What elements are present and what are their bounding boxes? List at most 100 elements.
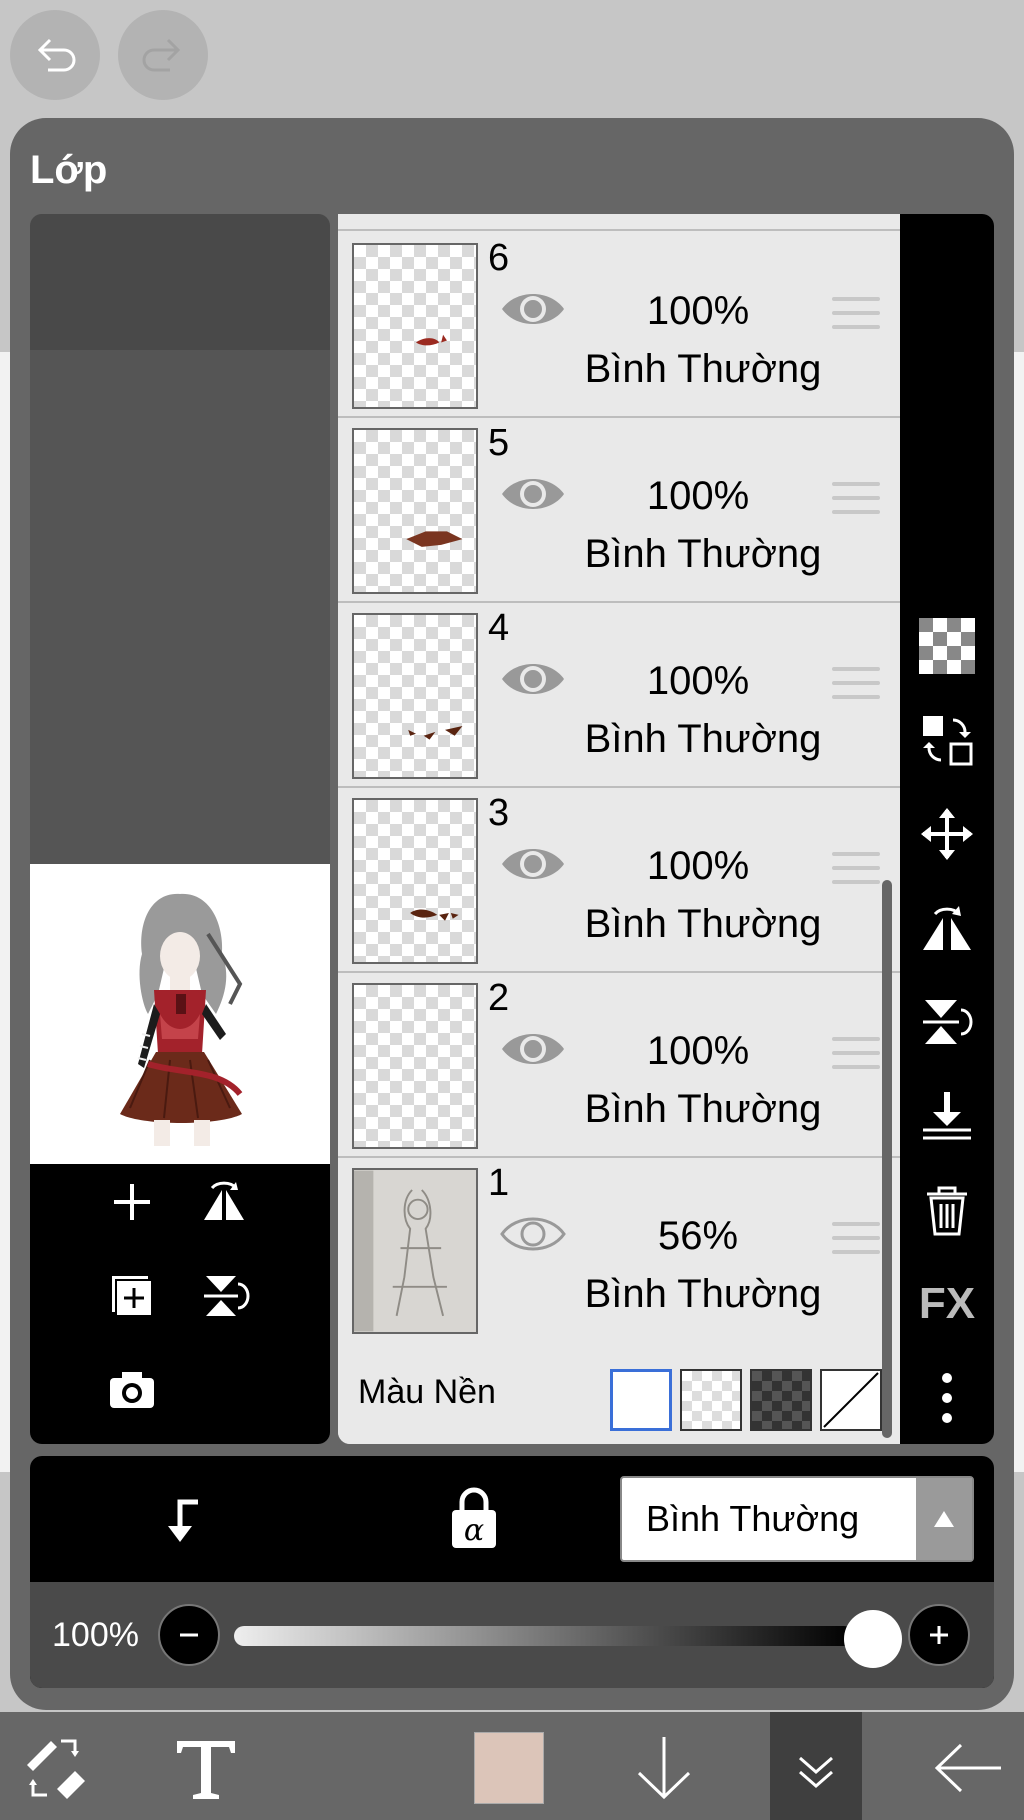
flip-horizontal-icon	[204, 1181, 244, 1220]
current-color-swatch[interactable]	[474, 1732, 544, 1804]
brush-eraser-icon	[27, 1739, 85, 1799]
background-color-label: Màu Nền	[358, 1373, 496, 1411]
plus-icon	[114, 1184, 150, 1220]
move-button[interactable]	[917, 804, 977, 864]
brush-eraser-toggle-button[interactable]	[14, 1728, 94, 1808]
eye-icon[interactable]	[498, 285, 568, 333]
eye-icon[interactable]	[498, 1025, 568, 1073]
character-drawing-thumbnail	[120, 893, 243, 1146]
opacity-slider-knob[interactable]	[844, 1610, 902, 1668]
arrow-left-icon	[934, 1743, 1001, 1793]
redo-button[interactable]	[118, 10, 208, 100]
layer-number: 1	[488, 1162, 510, 1204]
background-transparent-swatch[interactable]	[820, 1369, 882, 1431]
panel-title: Lớp	[30, 148, 108, 192]
blend-mode-select[interactable]: Bình Thường	[620, 1476, 974, 1562]
layer-thumbnail	[352, 428, 478, 594]
collapse-panel-tab[interactable]	[770, 1712, 862, 1820]
move-down-button[interactable]	[624, 1728, 704, 1808]
triangle-up-icon	[916, 1478, 972, 1560]
duplicate-layer-button[interactable]	[102, 1266, 162, 1326]
layer-preview	[30, 214, 330, 1444]
layer-row[interactable]: 4 100% Bình Thường	[338, 603, 900, 788]
layer-bottom-controls: α Bình Thường 100%	[30, 1456, 994, 1688]
layer-thumbnail	[352, 243, 478, 409]
merge-down-button[interactable]	[917, 1086, 977, 1146]
flip-vertical-side-button[interactable]	[917, 992, 977, 1052]
layer-thumbnail	[352, 613, 478, 779]
back-button[interactable]	[928, 1728, 1008, 1808]
eye-icon[interactable]	[498, 840, 568, 888]
layer-row[interactable]: 6 100% Bình Thường	[338, 233, 900, 418]
flip-vertical-icon	[204, 1276, 250, 1316]
layer-row[interactable]: 1 56% Bình Thường	[338, 1158, 900, 1343]
drag-handle-icon[interactable]	[832, 1222, 880, 1262]
flip-horizontal-icon	[923, 906, 971, 950]
layer-row-partial[interactable]	[338, 214, 900, 231]
layer-number: 4	[488, 607, 510, 649]
background-color-row: Màu Nền	[338, 1339, 900, 1444]
layer-number: 5	[488, 422, 510, 464]
clipping-button[interactable]	[150, 1490, 210, 1550]
redo-icon	[142, 38, 181, 72]
background-white-swatch[interactable]	[610, 1369, 672, 1431]
delete-layer-button[interactable]	[917, 1180, 977, 1240]
flip-horizontal-button[interactable]	[194, 1172, 254, 1232]
swap-icon	[923, 716, 973, 766]
layer-opacity: 100%	[646, 844, 750, 888]
text-tool-button[interactable]	[166, 1728, 246, 1808]
alpha-lock-button[interactable]: α	[444, 1486, 504, 1552]
flip-vertical-button[interactable]	[194, 1266, 254, 1326]
copy-layer-icon	[112, 1276, 153, 1317]
canvas-preview-image[interactable]	[30, 864, 330, 1164]
blend-mode-value: Bình Thường	[646, 1498, 860, 1539]
trash-icon	[927, 1186, 967, 1236]
undo-button[interactable]	[10, 10, 100, 100]
background-light-checker-swatch[interactable]	[680, 1369, 742, 1431]
layer-opacity: 100%	[646, 289, 750, 333]
opacity-row: 100%	[30, 1582, 994, 1688]
add-layer-button[interactable]	[102, 1172, 162, 1232]
layer-row[interactable]: 5 100% Bình Thường	[338, 418, 900, 603]
fx-label: FX	[918, 1279, 976, 1328]
drag-handle-icon[interactable]	[832, 852, 880, 892]
arrow-down-icon	[637, 1737, 691, 1800]
merge-down-icon	[923, 1092, 971, 1140]
layer-side-toolbar: FX	[900, 214, 994, 1444]
diagonal-slash-icon	[823, 1372, 879, 1428]
drag-handle-icon[interactable]	[832, 297, 880, 337]
svg-text:α: α	[464, 1513, 484, 1548]
opacity-slider-track[interactable]	[234, 1626, 854, 1646]
opacity-decrease-button[interactable]	[158, 1604, 220, 1666]
eye-icon[interactable]	[498, 470, 568, 518]
swap-layers-button[interactable]	[917, 710, 977, 770]
layer-thumbnail	[352, 798, 478, 964]
checkerboard-icon	[919, 618, 975, 674]
drag-handle-icon[interactable]	[832, 1037, 880, 1077]
move-arrows-icon	[921, 808, 973, 860]
text-t-icon	[177, 1741, 235, 1799]
eye-outline-icon[interactable]	[498, 1210, 568, 1258]
fx-button[interactable]: FX	[917, 1274, 977, 1334]
transparency-checker-button[interactable]	[917, 616, 977, 676]
drag-handle-icon[interactable]	[832, 482, 880, 522]
layer-row[interactable]: 3 100% Bình Thường	[338, 788, 900, 973]
opacity-increase-button[interactable]	[908, 1604, 970, 1666]
camera-button[interactable]	[102, 1360, 162, 1420]
alpha-lock-icon: α	[452, 1487, 496, 1548]
background-dark-checker-swatch[interactable]	[750, 1369, 812, 1431]
layer-thumbnail	[352, 983, 478, 1149]
layer-blend-mode: Bình Thường	[584, 1272, 822, 1316]
undo-icon	[37, 38, 76, 72]
more-options-button[interactable]	[917, 1368, 977, 1428]
drag-handle-icon[interactable]	[832, 667, 880, 707]
flip-vertical-icon	[923, 1000, 973, 1044]
layer-number: 6	[488, 237, 510, 279]
layer-list: 6 100% Bình Thường 5 100% Bình Thường 4 …	[338, 214, 900, 1444]
layer-row[interactable]: 2 100% Bình Thường	[338, 973, 900, 1158]
layer-number: 3	[488, 792, 510, 834]
layer-opacity: 56%	[657, 1214, 739, 1258]
eye-icon[interactable]	[498, 655, 568, 703]
flip-horizontal-side-button[interactable]	[917, 898, 977, 958]
layer-list-scrollbar[interactable]	[882, 880, 892, 1438]
